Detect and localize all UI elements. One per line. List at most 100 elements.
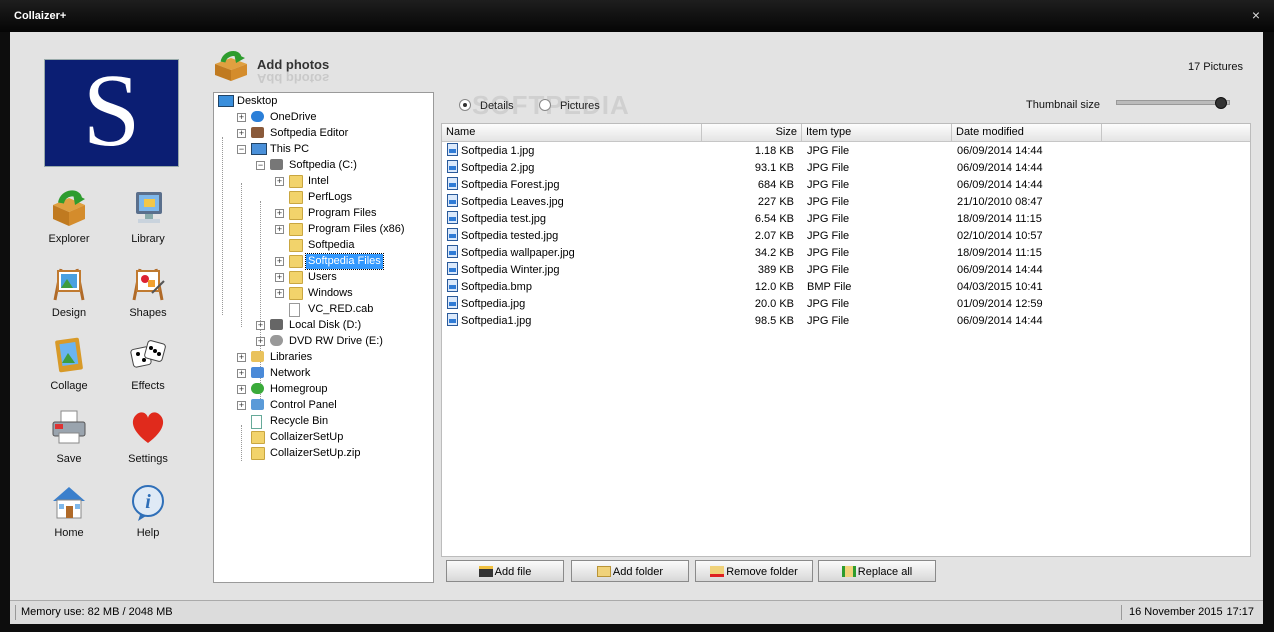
tree-item-label: Program Files (x86) (308, 223, 405, 235)
file-size: 20.0 KB (754, 298, 794, 310)
expand-icon[interactable]: + (275, 225, 284, 234)
file-date: 04/03/2015 10:41 (957, 281, 1043, 293)
remove-folder-icon (710, 566, 725, 577)
add-photos-title: Add photos (257, 57, 330, 72)
add-photos-title-reflection: Add photos (257, 71, 330, 86)
slider-knob[interactable] (1215, 97, 1227, 109)
file-row[interactable]: Softpedia 2.jpg 93.1 KB JPG File 06/09/2014… (442, 160, 1250, 177)
file-type: BMP File (807, 281, 852, 293)
file-row[interactable]: Softpedia.bmp 12.0 KB BMP File 04/03/2015 1… (442, 279, 1250, 296)
file-row[interactable]: Softpedia 1.jpg 1.18 KB JPG File 06/09/2014… (442, 143, 1250, 160)
file-row[interactable]: Softpedia tested.jpg 2.07 KB JPG File 02/10… (442, 228, 1250, 245)
file-date: 06/09/2014 14:44 (957, 315, 1043, 327)
nav-save-button[interactable]: Save (33, 409, 105, 475)
collapse-icon[interactable]: − (237, 145, 246, 154)
file-name: Softpedia Winter.jpg (461, 264, 560, 276)
expand-icon[interactable]: + (237, 369, 246, 378)
nav-design-button[interactable]: Design (33, 263, 105, 329)
folder-icon (289, 207, 303, 220)
tree-item-label-selected: Softpedia Files (305, 253, 384, 270)
tree-item-label: Softpedia (C:) (289, 159, 357, 171)
memory-usage: Memory use: 82 MB / 2048 MB (15, 605, 173, 620)
tree-item-label: OneDrive (270, 111, 317, 123)
expand-icon[interactable]: + (237, 401, 246, 410)
tree-item-label: This PC (270, 143, 310, 155)
tree-item-label: DVD RW Drive (E:) (289, 335, 383, 347)
column-size[interactable]: Size (702, 124, 802, 141)
file-name: Softpedia1.jpg (461, 315, 532, 327)
file-row[interactable]: Softpedia Winter.jpg 389 KB JPG File 06/09/… (442, 262, 1250, 279)
pictures-radio-label: Pictures (560, 100, 600, 112)
file-size: 389 KB (757, 264, 794, 276)
expand-icon[interactable]: + (275, 289, 284, 298)
replace-all-label: Replace all (857, 566, 913, 578)
file-row[interactable]: Softpedia test.jpg 6.54 KB JPG File 18/09/2… (442, 211, 1250, 228)
file-row[interactable]: Softpedia Forest.jpg 684 KB JPG File 06/09/… (442, 177, 1250, 194)
add-folder-button[interactable]: Add folder (571, 560, 689, 582)
thumbnail-size-label: Thumbnail size (1026, 99, 1100, 111)
nav-settings-button[interactable]: Settings (112, 409, 184, 475)
file-type: JPG File (807, 264, 850, 276)
column-item-type[interactable]: Item type (802, 124, 952, 141)
file-size: 93.1 KB (754, 162, 794, 174)
folder-icon (289, 255, 303, 268)
expand-icon[interactable]: + (275, 273, 284, 282)
pc-icon (251, 143, 267, 155)
tree-item-label: Intel (308, 175, 329, 187)
expand-icon[interactable]: + (237, 385, 246, 394)
collage-frame-icon (55, 337, 83, 373)
desktop-icon (218, 95, 234, 107)
nav-help-button[interactable]: i Help (112, 483, 184, 549)
nav-label: Shapes (129, 307, 167, 319)
column-name[interactable]: Name (442, 124, 702, 141)
image-file-icon (447, 296, 458, 309)
tree-item-label: PerfLogs (308, 191, 353, 203)
expand-icon[interactable]: + (275, 257, 284, 266)
tree-item-label: Windows (308, 287, 353, 299)
expand-icon[interactable]: + (275, 177, 284, 186)
file-type: JPG File (807, 230, 850, 242)
nav-home-button[interactable]: Home (33, 483, 105, 549)
file-name: Softpedia wallpaper.jpg (461, 247, 575, 259)
tree-item-label: CollaizerSetUp (270, 431, 344, 443)
collapse-icon[interactable]: − (256, 161, 265, 170)
expand-icon[interactable]: + (237, 353, 246, 362)
image-file-icon (447, 279, 458, 292)
network-icon (251, 367, 264, 378)
file-name: Softpedia.jpg (461, 298, 526, 310)
user-icon (251, 127, 264, 138)
folder-icon (289, 239, 303, 252)
replace-all-button[interactable]: Replace all (818, 560, 936, 582)
details-radio[interactable]: Details (459, 98, 514, 114)
nav-shapes-button[interactable]: Shapes (112, 263, 184, 329)
file-list[interactable]: Name Size Item type Date modified Softpe… (441, 123, 1251, 557)
remove-folder-button[interactable]: Remove folder (695, 560, 813, 582)
folder-tree[interactable]: Desktop + OneDrive + Softpedia Editor − This P… (213, 92, 434, 583)
file-row[interactable]: Softpedia Leaves.jpg 227 KB JPG File 21/10/… (442, 194, 1250, 211)
image-file-icon (447, 211, 458, 224)
file-date: 06/09/2014 14:44 (957, 162, 1043, 174)
file-row[interactable]: Softpedia1.jpg 98.5 KB JPG File 06/09/2014 … (442, 313, 1250, 330)
file-size: 684 KB (757, 179, 794, 191)
file-row[interactable]: Softpedia wallpaper.jpg 34.2 KB JPG File 18… (442, 245, 1250, 262)
close-icon[interactable]: × (1252, 7, 1260, 23)
nav-collage-button[interactable]: Collage (33, 336, 105, 402)
pictures-radio[interactable]: Pictures (539, 98, 600, 114)
add-file-button[interactable]: Add file (446, 560, 564, 582)
column-date-modified[interactable]: Date modified (952, 124, 1102, 141)
tree-item-label: Program Files (308, 207, 377, 219)
expand-icon[interactable]: + (256, 321, 265, 330)
file-row[interactable]: Softpedia.jpg 20.0 KB JPG File 01/09/2014 1… (442, 296, 1250, 313)
expand-icon[interactable]: + (275, 209, 284, 218)
expand-icon[interactable]: + (256, 337, 265, 346)
nav-library-button[interactable]: Library (112, 189, 184, 255)
file-name: Softpedia Forest.jpg (461, 179, 560, 191)
nav-explorer-button[interactable]: Explorer (33, 189, 105, 255)
thumbnail-size-slider[interactable] (1116, 97, 1230, 109)
zip-icon (251, 447, 265, 460)
app-logo: S (44, 56, 179, 167)
nav-effects-button[interactable]: Effects (112, 336, 184, 402)
nav-label: Library (131, 233, 165, 245)
expand-icon[interactable]: + (237, 129, 246, 138)
expand-icon[interactable]: + (237, 113, 246, 122)
